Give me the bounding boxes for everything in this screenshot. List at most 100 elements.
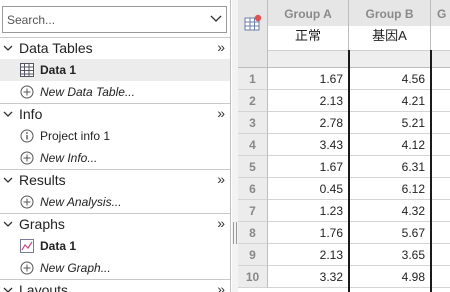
search-input[interactable] — [3, 7, 203, 32]
cell-group-b[interactable]: 5.67 — [349, 222, 431, 244]
collapse-icon[interactable]: » — [217, 105, 225, 121]
cell-group-a[interactable]: 2.78 — [268, 112, 349, 134]
cell-group-c[interactable] — [431, 178, 450, 200]
search-box[interactable] — [2, 6, 227, 33]
nav-item-data-1[interactable]: Data 1 — [0, 59, 230, 81]
cell-group-b[interactable]: 6.31 — [349, 156, 431, 178]
cell-group-a[interactable]: 1.23 — [268, 200, 349, 222]
column-subheader-b[interactable]: 基因A — [349, 26, 431, 50]
column-divider — [348, 50, 350, 292]
add-circle-icon — [20, 151, 34, 165]
sheet-corner[interactable] — [238, 0, 268, 68]
cell-group-c[interactable] — [431, 244, 450, 266]
section-title: Graphs — [19, 216, 65, 232]
column-header-group-a[interactable]: Group A — [268, 0, 349, 26]
column-subheader-c[interactable] — [431, 26, 450, 50]
cell-group-c[interactable] — [431, 156, 450, 178]
section-data-tables[interactable]: Data Tables » — [0, 37, 230, 59]
section-title: Info — [19, 106, 43, 122]
table-format-icon[interactable] — [244, 14, 262, 32]
section-title: Results — [19, 172, 66, 188]
row-number[interactable]: 9 — [238, 244, 268, 266]
cell-group-b[interactable]: 6.12 — [349, 178, 431, 200]
section-info[interactable]: Info » — [0, 103, 230, 125]
nav-item-label: New Graph... — [40, 261, 111, 275]
section-layouts[interactable]: Layouts » — [0, 279, 230, 292]
column-divider — [430, 50, 432, 292]
cell-group-b[interactable]: 4.21 — [349, 90, 431, 112]
nav-item-label: Data 1 — [40, 239, 77, 253]
add-circle-icon — [20, 261, 34, 275]
chevron-down-icon[interactable] — [3, 285, 13, 292]
cell-group-b[interactable]: 3.65 — [349, 244, 431, 266]
nav-item-label: Project info 1 — [40, 129, 111, 143]
cell-group-c[interactable] — [431, 222, 450, 244]
section-results[interactable]: Results » — [0, 169, 230, 191]
nav-item-label: New Data Table... — [40, 85, 135, 99]
row-number[interactable]: 10 — [238, 266, 268, 288]
column-header-group-b[interactable]: Group B — [349, 0, 431, 26]
row-number[interactable]: 2 — [238, 90, 268, 112]
column-blank-c[interactable] — [431, 50, 450, 68]
chevron-down-icon[interactable] — [3, 219, 13, 229]
section-title: Data Tables — [19, 40, 93, 56]
row-number[interactable]: 6 — [238, 178, 268, 200]
nav-item-graph-data-1[interactable]: Data 1 — [0, 235, 230, 257]
cell-group-b[interactable]: 4.32 — [349, 200, 431, 222]
collapse-icon[interactable]: » — [217, 171, 225, 187]
chevron-down-icon[interactable] — [3, 109, 13, 119]
row-number[interactable]: 3 — [238, 112, 268, 134]
cell-group-b[interactable]: 4.12 — [349, 134, 431, 156]
nav-item-new-data-table[interactable]: New Data Table... — [0, 81, 230, 103]
nav-item-project-info-1[interactable]: Project info 1 — [0, 125, 230, 147]
section-title: Layouts — [19, 282, 69, 292]
cell-group-b[interactable]: 4.56 — [349, 68, 431, 90]
row-number[interactable]: 7 — [238, 200, 268, 222]
add-circle-icon — [20, 85, 34, 99]
chevron-down-icon[interactable] — [3, 175, 13, 185]
column-subheader-a[interactable]: 正常 — [268, 26, 349, 50]
cell-group-b[interactable]: 5.21 — [349, 112, 431, 134]
column-blank-b[interactable] — [349, 50, 431, 68]
cell-group-a[interactable]: 0.45 — [268, 178, 349, 200]
cell-group-c[interactable] — [431, 68, 450, 90]
chevron-down-icon[interactable] — [3, 43, 13, 53]
row-number[interactable]: 8 — [238, 222, 268, 244]
navigator-panel: Data Tables » Data 1 New Data Table... I… — [0, 0, 231, 292]
add-circle-icon — [20, 195, 34, 209]
cell-group-a[interactable]: 1.67 — [268, 68, 349, 90]
nav-item-label: Data 1 — [40, 63, 77, 77]
collapse-icon[interactable]: » — [217, 215, 225, 231]
cell-group-c[interactable] — [431, 90, 450, 112]
cell-group-a[interactable]: 3.43 — [268, 134, 349, 156]
row-number[interactable]: 5 — [238, 156, 268, 178]
graph-icon — [20, 239, 34, 253]
cell-group-c[interactable] — [431, 200, 450, 222]
chevron-down-icon[interactable] — [210, 14, 222, 24]
cell-group-a[interactable]: 2.13 — [268, 244, 349, 266]
cell-group-c[interactable] — [431, 112, 450, 134]
column-blank-a[interactable] — [268, 50, 349, 68]
cell-group-c[interactable] — [431, 266, 450, 288]
info-circle-icon — [20, 129, 34, 143]
nav-item-new-info[interactable]: New Info... — [0, 147, 230, 169]
row-number[interactable]: 4 — [238, 134, 268, 156]
table-icon — [20, 63, 34, 77]
collapse-icon[interactable]: » — [217, 281, 225, 292]
splitter-grip-icon[interactable] — [233, 222, 237, 244]
column-header-group-c[interactable]: G — [431, 0, 450, 26]
nav-item-new-analysis[interactable]: New Analysis... — [0, 191, 230, 213]
cell-group-a[interactable]: 1.67 — [268, 156, 349, 178]
cell-group-c[interactable] — [431, 134, 450, 156]
row-number[interactable]: 1 — [238, 68, 268, 90]
cell-group-a[interactable]: 1.76 — [268, 222, 349, 244]
cell-group-a[interactable]: 2.13 — [268, 90, 349, 112]
section-graphs[interactable]: Graphs » — [0, 213, 230, 235]
cell-group-b[interactable]: 4.98 — [349, 266, 431, 288]
collapse-icon[interactable]: » — [217, 39, 225, 55]
nav-item-new-graph[interactable]: New Graph... — [0, 257, 230, 279]
nav-item-label: New Analysis... — [40, 195, 122, 209]
data-sheet: Group A Group B G 正常 基因A 1 1.67 4.56 2 2.13 4… — [238, 0, 450, 292]
cell-group-a[interactable]: 3.32 — [268, 266, 349, 288]
nav-item-label: New Info... — [40, 151, 98, 165]
